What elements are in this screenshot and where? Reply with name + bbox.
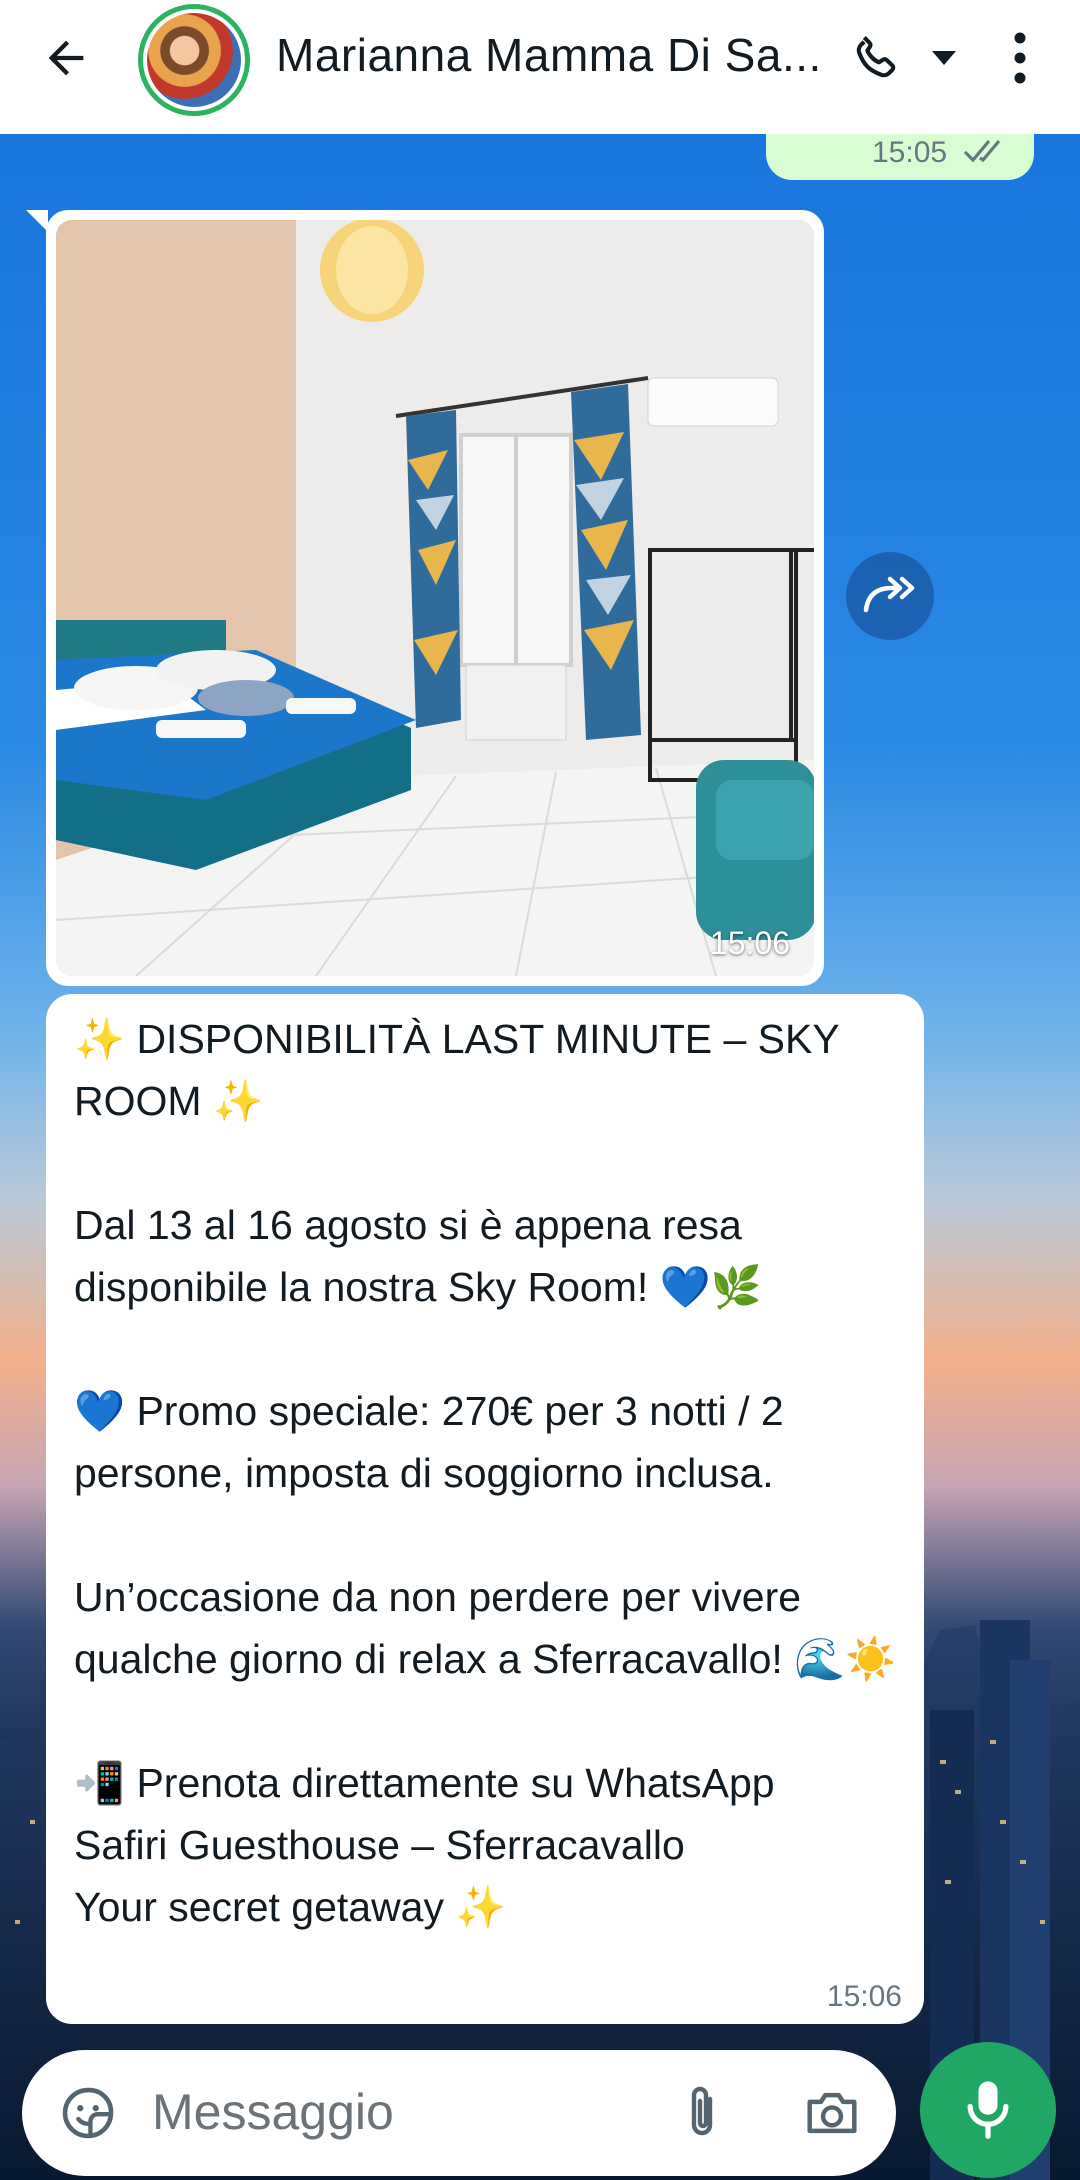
image-message-time: 15:06 [709, 925, 790, 961]
forward-icon [863, 576, 915, 613]
bedroom-image [56, 220, 814, 976]
more-vertical-icon [1014, 32, 1026, 84]
text-message-body: ✨ DISPONIBILITÀ LAST MINUTE – SKY ROOM ✨… [74, 1016, 897, 1930]
double-check-icon [963, 139, 1001, 163]
back-button[interactable] [30, 22, 102, 94]
attach-button[interactable] [672, 2083, 732, 2143]
caret-down-icon [932, 51, 956, 65]
forward-button[interactable] [846, 552, 934, 640]
message-input[interactable] [152, 2080, 672, 2144]
call-button[interactable] [844, 26, 908, 90]
message-input-bar [22, 2050, 896, 2176]
chat-header: Marianna Mamma Di Sa... [0, 0, 1080, 134]
sticker-button[interactable] [58, 2083, 118, 2143]
image-message-bubble[interactable]: 15:06 [46, 210, 824, 986]
paperclip-icon [691, 2086, 713, 2136]
camera-button[interactable] [800, 2083, 864, 2143]
camera-icon [807, 2092, 857, 2134]
voice-message-button[interactable] [920, 2042, 1056, 2178]
text-message-bubble[interactable]: ✨ DISPONIBILITÀ LAST MINUTE – SKY ROOM ✨… [46, 994, 924, 2024]
room-photo[interactable]: 15:06 [56, 220, 814, 976]
call-options-button[interactable] [922, 40, 966, 76]
menu-button[interactable] [996, 26, 1044, 90]
arrow-left-icon [48, 40, 84, 76]
sent-message-time: 15:05 [872, 136, 948, 169]
contact-name[interactable]: Marianna Mamma Di Sa... [276, 28, 836, 82]
phone-icon [856, 35, 896, 78]
avatar[interactable] [138, 4, 250, 116]
avatar-image [147, 13, 241, 107]
text-message-time: 15:06 [826, 1980, 902, 2013]
microphone-icon [967, 2081, 1009, 2139]
bubble-tail [26, 210, 48, 232]
sticker-icon [62, 2087, 114, 2139]
